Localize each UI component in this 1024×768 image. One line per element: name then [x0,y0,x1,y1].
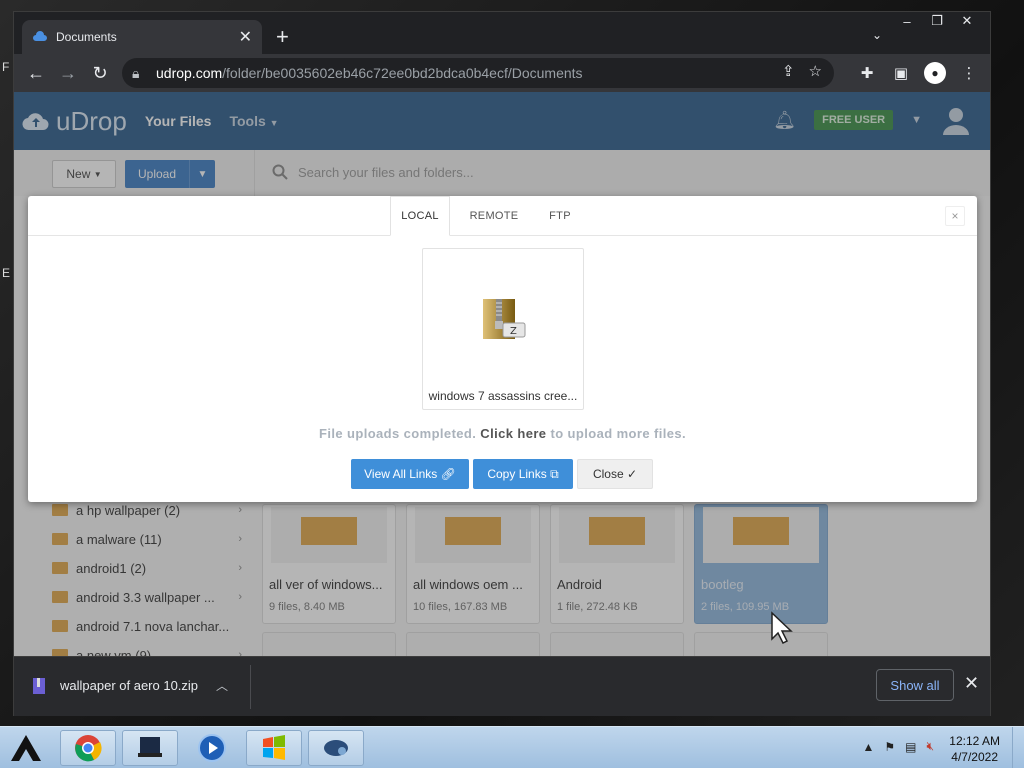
close-window-icon[interactable]: ✕ [952,12,982,30]
profile-icon[interactable]: ● [922,60,948,86]
divider [250,665,251,709]
tray-expand-icon[interactable]: ▲ [862,740,874,754]
tab-close-icon[interactable]: ✕ [239,27,252,47]
checkmark-icon: ✓ [626,467,638,481]
clock-time: 12:12 AM [949,734,1000,748]
system-tray: ▲ ⚑ ▤ 🔇︎ [862,739,934,754]
close-downloads-icon[interactable]: ✕ [964,673,979,694]
url-host: udrop.com [156,65,223,81]
upload-modal: LOCAL REMOTE FTP × Z windows 7 assassins… [28,196,977,502]
tab-search-chevron-icon[interactable]: ⌄ [872,28,882,42]
uploaded-file-tile[interactable]: Z windows 7 assassins cree... [422,248,584,410]
status-text-after: to upload more files. [550,426,686,441]
upload-status-message: File uploads completed. Click here to up… [28,426,977,441]
zip-file-icon [33,677,45,694]
reload-icon[interactable]: ↻ [84,57,116,89]
tab-local[interactable]: LOCAL [390,196,450,236]
tab-title: Documents [56,30,117,44]
upload-tabs: LOCAL REMOTE FTP [28,196,977,236]
link-icon: 🔗︎ [440,467,456,481]
copy-icon: ⧉ [550,466,559,481]
web-page: uDrop Your Files Tools ▼ 🔔︎ FREE USER ▼ … [14,92,990,656]
taskbar-media-player-icon[interactable] [184,730,240,766]
modal-close-icon[interactable]: × [945,206,965,226]
udrop-favicon-icon [33,31,47,41]
lock-icon: 🔒︎ [132,64,140,81]
tab-remote[interactable]: REMOTE [460,196,528,236]
network-status-icon[interactable]: ▤ [905,740,916,754]
extensions-puzzle-icon[interactable]: ✚ [854,60,880,86]
browser-toolbar: ← → ↻ 🔒︎ udrop.com/folder/be0035602eb46c… [14,54,990,92]
bookmark-star-icon[interactable]: ☆ [809,62,822,80]
download-item[interactable]: wallpaper of aero 10.zip ︿ [32,677,228,694]
taskbar-app-icon[interactable] [122,730,178,766]
taskbar-clock[interactable]: 12:12 AM 4/7/2022 [949,733,1000,765]
back-icon[interactable]: ← [20,57,52,89]
view-all-links-label: View All Links [364,467,438,481]
new-tab-icon[interactable]: + [276,24,289,50]
flag-icon[interactable]: ⚑ [884,740,895,754]
menu-kebab-icon[interactable]: ⋮ [956,60,982,86]
zip-archive-icon: Z [483,299,526,339]
start-button[interactable] [4,729,48,767]
taskbar-explorer-icon[interactable] [246,730,302,766]
clock-date: 4/7/2022 [951,750,998,764]
show-desktop-button[interactable] [1012,727,1024,768]
upload-more-link[interactable]: Click here [480,426,546,441]
mouse-cursor-icon [771,611,793,645]
uploaded-file-name: windows 7 assassins cree... [428,389,578,403]
close-button-label: Close [592,467,624,481]
minimize-icon[interactable]: – [892,12,922,30]
taskbar-network-icon[interactable] [308,730,364,766]
show-all-downloads-button[interactable]: Show all [876,669,954,701]
chevron-up-icon[interactable]: ︿ [216,677,228,694]
svg-text:Z: Z [510,326,517,337]
download-file-name: wallpaper of aero 10.zip [60,678,199,693]
start-logo-icon [11,735,41,761]
tab-strip: Documents ✕ + ⌄ – ❐ ✕ [14,12,990,54]
status-text-before: File uploads completed. [319,426,477,441]
browser-window: Documents ✕ + ⌄ – ❐ ✕ ← → ↻ 🔒︎ udrop.com… [13,11,991,716]
modal-actions: View All Links 🔗︎ Copy Links ⧉ Close ✓ [351,459,653,489]
windows-taskbar: ▲ ⚑ ▤ 🔇︎ 12:12 AM 4/7/2022 [0,726,1024,768]
url-path: /folder/be0035602eb46c72ee0bd2bdca0b4ecf… [222,65,583,81]
browser-tab[interactable]: Documents ✕ [22,20,262,54]
volume-muted-icon[interactable]: 🔇︎ [926,739,934,754]
downloads-bar: wallpaper of aero 10.zip ︿ Show all ✕ [14,656,990,716]
maximize-icon[interactable]: ❐ [922,12,952,30]
side-panel-icon[interactable]: ▣ [888,60,914,86]
desktop-edge-text: E [2,266,11,280]
copy-links-button[interactable]: Copy Links ⧉ [473,459,573,489]
copy-links-label: Copy Links [487,467,547,481]
forward-icon[interactable]: → [52,57,84,89]
share-icon[interactable]: ⇪ [782,62,795,80]
tab-ftp[interactable]: FTP [540,196,580,236]
taskbar-chrome-icon[interactable] [60,730,116,766]
desktop-edge-text: F [2,60,10,74]
close-button[interactable]: Close ✓ [577,459,653,489]
address-bar[interactable]: 🔒︎ udrop.com/folder/be0035602eb46c72ee0b… [122,58,834,88]
view-all-links-button[interactable]: View All Links 🔗︎ [351,459,469,489]
